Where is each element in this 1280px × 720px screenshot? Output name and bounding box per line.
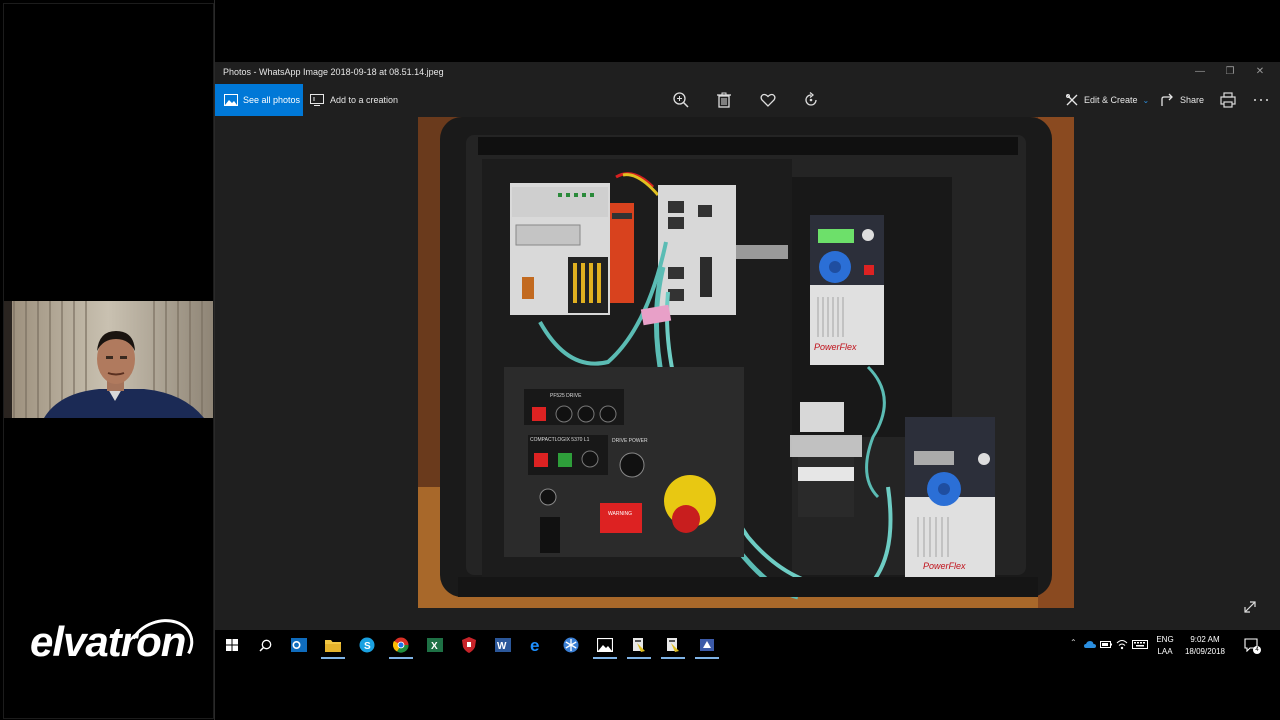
- taskbar-file-explorer[interactable]: [316, 630, 350, 660]
- share-label: Share: [1180, 95, 1205, 105]
- taskbar-network-app[interactable]: [554, 630, 588, 660]
- share-icon: [1161, 93, 1173, 106]
- rslogix-icon: [633, 638, 645, 652]
- search-icon: [258, 639, 271, 652]
- keyboard-icon[interactable]: [1132, 640, 1148, 649]
- minimize-icon[interactable]: —: [1190, 66, 1210, 77]
- delete-icon[interactable]: [715, 91, 733, 109]
- taskbar-factorytalk[interactable]: [690, 630, 724, 660]
- shield-icon: [462, 637, 476, 653]
- restore-icon[interactable]: ❐: [1220, 66, 1240, 77]
- see-all-photos-button[interactable]: See all photos: [215, 84, 303, 116]
- more-options-icon[interactable]: [1252, 91, 1270, 109]
- taskbar-excel[interactable]: X: [418, 630, 452, 660]
- taskbar: S X W e ⌃ ENG LAA 9:02 AM 18/09/2018 4: [215, 630, 1280, 660]
- folder-icon: [325, 640, 341, 652]
- taskbar-edge[interactable]: e: [520, 630, 554, 660]
- start-button[interactable]: [215, 630, 249, 660]
- panel-label-2: COMPACTLOGIX 5370 L1: [530, 437, 590, 443]
- presenter-panel: elvatron: [0, 0, 215, 720]
- windows-logo-icon: [226, 639, 238, 651]
- warning-label: WARNING: [608, 511, 632, 517]
- toolbar: See all photos Add to a creation Edit & …: [215, 84, 1280, 116]
- rslogix-icon: [667, 638, 679, 652]
- svg-text:e: e: [530, 637, 539, 653]
- outlook-icon: [291, 638, 307, 652]
- edit-create-label: Edit & Create: [1084, 95, 1138, 105]
- photos-app-icon: [597, 638, 613, 652]
- creation-icon: [310, 94, 324, 106]
- svg-text:S: S: [364, 641, 371, 652]
- powerflex-label-2: PowerFlex: [923, 561, 966, 571]
- panel-label-1: PF525 DRIVE: [550, 393, 582, 399]
- chrome-icon: [393, 637, 409, 653]
- word-icon: W: [495, 638, 511, 652]
- skype-icon: S: [359, 637, 375, 653]
- edge-icon: e: [530, 637, 539, 653]
- add-to-creation-label: Add to a creation: [330, 95, 399, 105]
- webcam-video: [4, 301, 213, 418]
- taskbar-rslogix-2[interactable]: [656, 630, 690, 660]
- zoom-in-icon[interactable]: [672, 91, 690, 109]
- favorite-heart-icon[interactable]: [759, 91, 777, 109]
- close-icon[interactable]: ✕: [1250, 66, 1270, 77]
- factorytalk-icon: [700, 639, 714, 651]
- taskbar-security-app[interactable]: [452, 630, 486, 660]
- displayed-photo[interactable]: PowerFlex PowerFlex PF525 DRIVE COMPACTL…: [418, 117, 1074, 608]
- photos-icon: [224, 94, 238, 106]
- taskbar-rslogix-1[interactable]: [622, 630, 656, 660]
- language-code[interactable]: ENG: [1154, 635, 1176, 644]
- keyboard-layout-code[interactable]: LAA: [1154, 647, 1176, 656]
- system-tray: ⌃ ENG LAA 9:02 AM 18/09/2018 4: [1070, 630, 1280, 660]
- snowflake-icon: [563, 637, 579, 653]
- chevron-down-icon: ⌄: [1142, 95, 1150, 105]
- window-title: Photos - WhatsApp Image 2018-09-18 at 08…: [223, 67, 444, 77]
- taskbar-photos[interactable]: [588, 630, 622, 660]
- chevron-up-icon[interactable]: ⌃: [1070, 638, 1077, 647]
- notification-count-badge: 4: [1253, 646, 1261, 654]
- taskbar-skype[interactable]: S: [350, 630, 384, 660]
- clock-date[interactable]: 18/09/2018: [1178, 647, 1232, 656]
- powerflex-label-1: PowerFlex: [814, 342, 857, 352]
- onedrive-cloud-icon[interactable]: [1084, 640, 1096, 649]
- taskbar-word[interactable]: W: [486, 630, 520, 660]
- rotate-icon[interactable]: [802, 91, 820, 109]
- add-to-creation-button[interactable]: Add to a creation: [310, 84, 398, 116]
- edit-create-icon: [1066, 94, 1078, 106]
- taskbar-chrome[interactable]: [384, 630, 418, 660]
- clock-time[interactable]: 9:02 AM: [1180, 635, 1230, 644]
- svg-text:W: W: [497, 641, 507, 652]
- title-bar: Photos - WhatsApp Image 2018-09-18 at 08…: [215, 62, 1280, 84]
- excel-icon: X: [427, 638, 443, 652]
- wifi-icon[interactable]: [1116, 639, 1128, 650]
- fullscreen-icon[interactable]: [1243, 600, 1257, 614]
- taskbar-outlook[interactable]: [282, 630, 316, 660]
- edit-create-button[interactable]: Edit & Create ⌄: [1065, 84, 1149, 116]
- svg-text:X: X: [431, 641, 438, 652]
- battery-icon[interactable]: [1100, 640, 1112, 649]
- panel-label-3: DRIVE POWER: [612, 438, 648, 444]
- share-button[interactable]: Share: [1161, 84, 1204, 116]
- taskbar-search[interactable]: [248, 630, 282, 660]
- print-icon[interactable]: [1219, 91, 1237, 109]
- see-all-photos-label: See all photos: [243, 95, 301, 105]
